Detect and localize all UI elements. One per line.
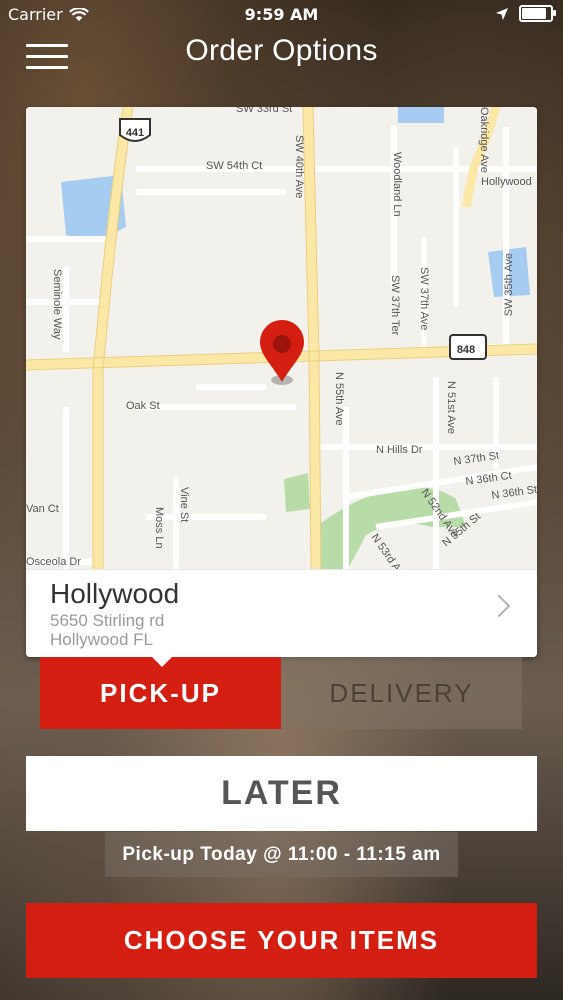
map-label: Oak St [126,400,160,412]
map-label: SW 54th Ct [206,160,262,172]
map-label: Oakridge Ave [478,107,490,173]
map-label: N 55th Ave [333,372,345,426]
address-line-2: Hollywood FL [50,630,153,649]
map-park [284,473,310,512]
map-label: SW 40th Ave [293,135,305,198]
status-icons [495,5,556,22]
location-arrow-icon [496,7,508,20]
map-label: SW 37th Ave [418,267,430,330]
map-label: N Hills Dr [376,444,423,456]
order-type-toggle: PICK-UP DELIVERY [40,657,522,729]
fl848-shield: 848 [449,334,487,360]
status-bar: Carrier 9:59 AM [0,0,563,30]
map-canvas: 441 848 SW 33rd St SW 54th Ct Hollywood … [26,107,537,569]
map-label: SW 33rd St [236,107,292,115]
choose-items-button[interactable]: CHOOSE YOUR ITEMS [26,903,537,978]
pickup-time-badge: Pick-up Today @ 11:00 - 11:15 am [105,832,458,877]
location-card: 441 848 SW 33rd St SW 54th Ct Hollywood … [26,107,537,657]
delivery-tab[interactable]: DELIVERY [281,657,522,729]
battery-icon [519,5,556,22]
map-label: Osceola Dr [26,556,81,568]
map-label: Vine St [178,487,190,522]
map-label: N 51st Ave [445,381,457,434]
pickup-tab[interactable]: PICK-UP [40,657,281,729]
map-label: Hollywood [481,176,532,188]
map-label: SW 37th Ter [389,275,401,336]
later-button[interactable]: LATER [26,756,537,831]
map-label: SW 35th Ave [503,253,515,316]
map-label: Moss Ln [153,507,165,549]
chevron-right-icon [487,594,511,618]
map-label: Van Ct [26,503,59,515]
us441-label: 441 [126,127,144,139]
map-lake [398,107,444,123]
header: Order Options [0,30,563,78]
location-info-row[interactable]: Hollywood 5650 Stirling rd Hollywood FL [26,569,537,657]
map-label: Woodland Ln [391,152,403,217]
page-title: Order Options [185,34,378,67]
address-line-1: 5650 Stirling rd [50,611,165,630]
us441-shield: 441 [119,118,151,142]
map-label: Seminole Way [51,269,63,340]
store-map[interactable]: 441 848 SW 33rd St SW 54th Ct Hollywood … [26,107,537,569]
fl848-label: 848 [457,344,475,356]
location-name: Hollywood [50,578,180,609]
status-time: 9:59 AM [244,5,319,24]
